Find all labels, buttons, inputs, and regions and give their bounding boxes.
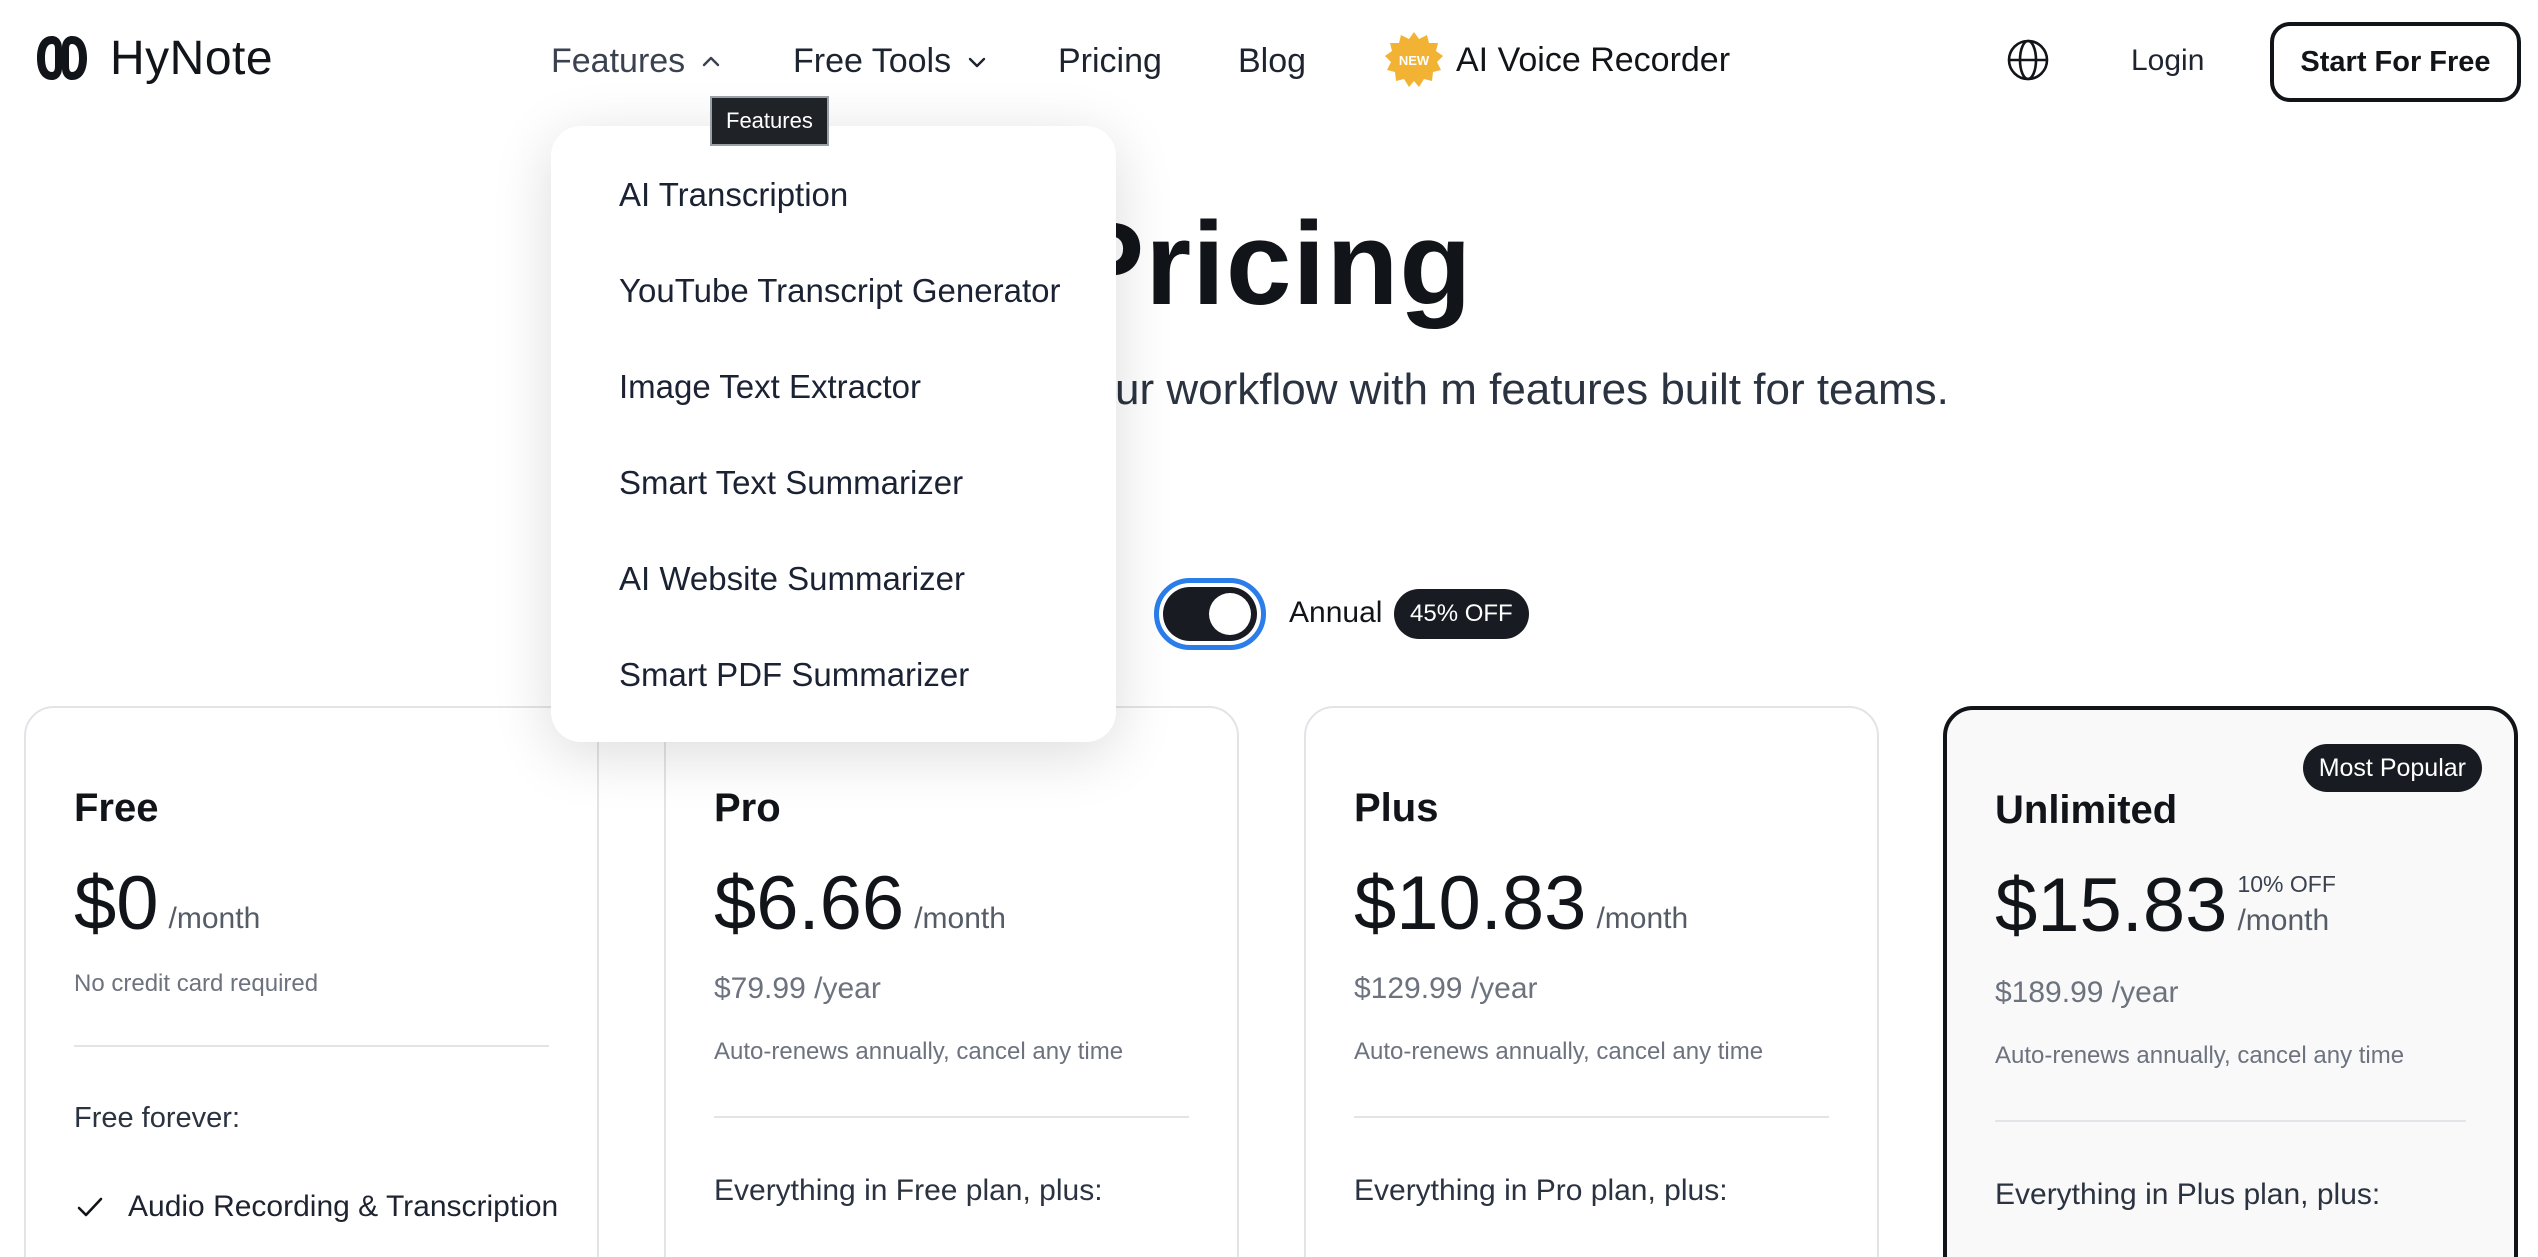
- brand-name: HyNote: [110, 31, 274, 85]
- price-period: /month: [168, 902, 261, 935]
- plan-name: Free: [74, 786, 159, 830]
- price-period: /month: [914, 902, 1006, 935]
- plan-note: Auto-renews annually, cancel any time: [714, 1038, 1124, 1065]
- plan-features-intro: Everything in Pro plan, plus:: [1354, 1174, 1728, 1207]
- nav-ai-voice-recorder[interactable]: NEW AI Voice Recorder: [1384, 30, 1730, 90]
- menu-item-ai-website-summarizer[interactable]: AI Website Summarizer: [619, 560, 965, 598]
- page-subtitle: upgrade to supercharge your workflow wit…: [589, 365, 1949, 414]
- divider: [714, 1116, 1189, 1118]
- yearly-amount: $189.99: [1995, 976, 2104, 1009]
- toggle-track: [1163, 587, 1257, 641]
- yearly-unit: /year: [814, 972, 881, 1005]
- plan-price: $6.66 /month: [714, 864, 1006, 944]
- plan-card-free: Free $0 /month No credit card required F…: [24, 706, 599, 1257]
- divider: [1354, 1116, 1829, 1118]
- nav-features[interactable]: Features: [551, 42, 723, 81]
- feature-label: Audio Recording & Transcription: [128, 1190, 559, 1223]
- plan-name: Pro: [714, 786, 781, 830]
- plan-note: Auto-renews annually, cancel any time: [1995, 1042, 2405, 1069]
- yearly-amount: $79.99: [714, 972, 806, 1005]
- plan-price: $0 /month: [74, 864, 260, 944]
- divider: [1995, 1120, 2466, 1122]
- price-amount: $0: [74, 861, 159, 946]
- language-button[interactable]: [2006, 38, 2050, 82]
- new-badge-label: NEW: [1398, 52, 1430, 68]
- price-discount: 10% OFF: [2237, 871, 2336, 897]
- yearly-amount: $129.99: [1354, 972, 1463, 1005]
- plan-price: $10.83 /month: [1354, 864, 1688, 944]
- nav-free-tools[interactable]: Free Tools: [793, 42, 989, 81]
- discount-badge: 45% OFF: [1394, 589, 1529, 639]
- hynote-logo-icon: [37, 36, 87, 80]
- yearly-price: $129.99 /year: [1354, 972, 1538, 1006]
- price-amount: $10.83: [1354, 861, 1587, 946]
- plan-name: Plus: [1354, 786, 1439, 830]
- features-dropdown-menu: AI Transcription YouTube Transcript Gene…: [551, 126, 1116, 742]
- chevron-up-icon: [699, 50, 723, 74]
- start-for-free-button[interactable]: Start For Free: [2270, 22, 2521, 102]
- yearly-unit: /year: [2111, 976, 2179, 1009]
- price-amount: $15.83: [1995, 863, 2228, 948]
- features-tooltip: Features: [710, 96, 829, 146]
- plan-card-unlimited: Most Popular Unlimited $15.83 10% OFF /m…: [1943, 706, 2518, 1257]
- nav-blog-label: Blog: [1238, 42, 1307, 80]
- page-title: Pricing: [1065, 198, 1473, 330]
- plan-card-pro: Pro $6.66 /month $79.99 /year Auto-renew…: [664, 706, 1239, 1257]
- toggle-knob: [1209, 593, 1251, 635]
- menu-item-image-text-extractor[interactable]: Image Text Extractor: [619, 368, 921, 406]
- nav-blog[interactable]: Blog: [1238, 42, 1306, 81]
- plan-features-intro: Everything in Free plan, plus:: [714, 1174, 1103, 1207]
- nav-voice-recorder-label: AI Voice Recorder: [1456, 40, 1731, 79]
- billing-annual-label[interactable]: Annual: [1289, 596, 1382, 630]
- site-header: HyNote Features Free Tools Pricing Blog …: [0, 0, 2538, 126]
- billing-period-switch: y Annual 45% OFF: [0, 578, 2538, 650]
- plan-price: $15.83 10% OFF /month: [1995, 866, 2336, 946]
- price-amount: $6.66: [714, 861, 905, 946]
- login-link[interactable]: Login: [2131, 44, 2204, 78]
- plan-note: Auto-renews annually, cancel any time: [1354, 1038, 1764, 1065]
- new-badge-icon: NEW: [1384, 30, 1444, 90]
- plan-card-plus: Plus $10.83 /month $129.99 /year Auto-re…: [1304, 706, 1879, 1257]
- yearly-price: $79.99 /year: [714, 972, 881, 1006]
- nav-pricing[interactable]: Pricing: [1058, 42, 1162, 81]
- price-period: /month: [1596, 902, 1689, 935]
- feature-item: Audio Recording & Transcription: [74, 1190, 558, 1224]
- nav-free-tools-label: Free Tools: [793, 42, 952, 80]
- menu-item-youtube-transcript[interactable]: YouTube Transcript Generator: [619, 272, 1060, 310]
- price-period: /month: [2237, 904, 2330, 937]
- nav-pricing-label: Pricing: [1058, 42, 1162, 80]
- divider: [74, 1045, 549, 1047]
- most-popular-badge: Most Popular: [2302, 744, 2482, 792]
- menu-item-ai-transcription[interactable]: AI Transcription: [619, 176, 848, 214]
- plan-features-intro: Everything in Plus plan, plus:: [1995, 1178, 2381, 1211]
- menu-item-smart-pdf-summarizer[interactable]: Smart PDF Summarizer: [619, 656, 969, 694]
- yearly-unit: /year: [1470, 972, 1538, 1005]
- plan-features-intro: Free forever:: [74, 1102, 240, 1134]
- nav-features-label: Features: [551, 42, 686, 80]
- globe-icon: [2007, 39, 2049, 81]
- plan-note: No credit card required: [74, 970, 319, 997]
- price-suffix: 10% OFF /month: [2237, 871, 2335, 938]
- billing-toggle[interactable]: [1154, 578, 1266, 650]
- menu-item-smart-text-summarizer[interactable]: Smart Text Summarizer: [619, 464, 963, 502]
- check-icon: [77, 1197, 103, 1217]
- yearly-price: $189.99 /year: [1995, 976, 2179, 1010]
- chevron-down-icon: [965, 50, 989, 74]
- brand-logo[interactable]: HyNote: [34, 30, 273, 86]
- plan-name: Unlimited: [1995, 788, 2178, 832]
